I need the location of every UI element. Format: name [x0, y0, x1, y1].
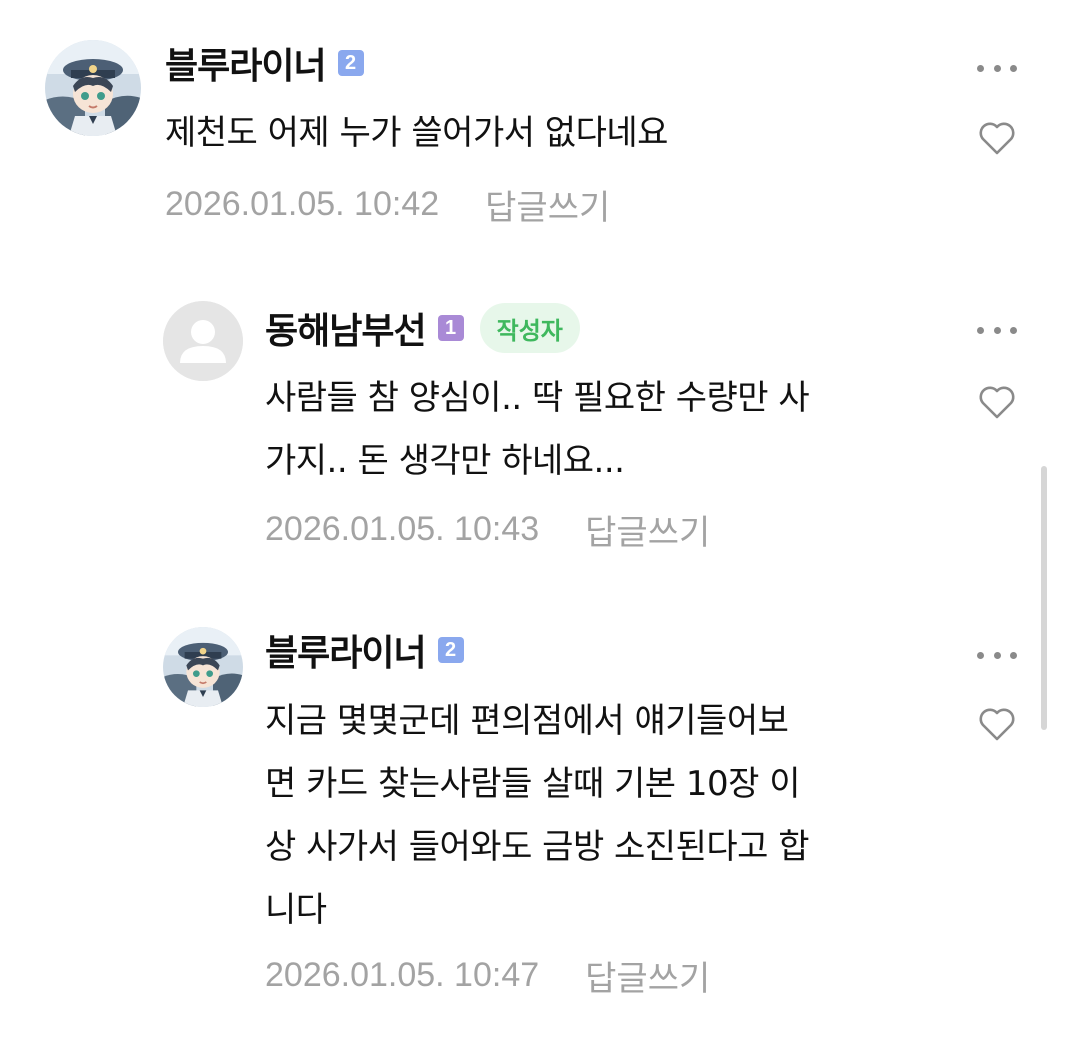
- default-user-avatar-icon: [163, 301, 243, 381]
- comment-date: 2026.01.05. 10:43: [265, 509, 540, 548]
- comment-meta: 2026.01.05. 10:42 답글쓰기: [165, 180, 610, 229]
- more-options-button[interactable]: [977, 58, 1017, 78]
- nickname-row: 블루라이너 2: [165, 37, 364, 89]
- scrollbar[interactable]: [1041, 466, 1047, 730]
- heart-outline-icon[interactable]: [977, 120, 1017, 156]
- nickname-row: 동해남부선 1 작성자: [265, 303, 580, 353]
- more-dots-icon: [977, 64, 984, 72]
- avatar[interactable]: [45, 40, 141, 136]
- reply-button[interactable]: 답글쓰기: [485, 180, 610, 229]
- nickname-row: 블루라이너 2: [265, 624, 464, 676]
- heart-outline-icon[interactable]: [977, 706, 1017, 742]
- level-badge: 2: [437, 637, 464, 663]
- reply-button[interactable]: 답글쓰기: [585, 951, 710, 1000]
- level-badge: 2: [337, 50, 364, 76]
- comment-date: 2026.01.05. 10:47: [265, 955, 540, 994]
- comment-text: 지금 몇몇군데 편의점에서 얘기들어보 면 카드 찾는사람들 살때 기본 10장…: [265, 701, 810, 930]
- nickname[interactable]: 동해남부선: [265, 302, 427, 354]
- comment-text: 사람들 참 양심이.. 딱 필요한 수량만 사 가지.. 돈 생각만 하네요..…: [265, 378, 810, 481]
- avatar[interactable]: [163, 627, 243, 707]
- author-badge: 작성자: [479, 303, 580, 353]
- nickname[interactable]: 블루라이너: [265, 624, 427, 676]
- comment-date: 2026.01.05. 10:42: [165, 184, 440, 223]
- more-dots-icon: [977, 326, 984, 334]
- reply-button[interactable]: 답글쓰기: [585, 505, 710, 554]
- anime-avatar-icon: [45, 40, 141, 136]
- more-options-button[interactable]: [977, 645, 1017, 665]
- comment-meta: 2026.01.05. 10:47 답글쓰기: [265, 951, 710, 1000]
- nickname[interactable]: 블루라이너: [165, 37, 327, 89]
- level-badge: 1: [437, 315, 464, 341]
- anime-avatar-icon: [163, 627, 243, 707]
- avatar[interactable]: [163, 301, 243, 381]
- comment-text: 제천도 어제 누가 쓸어가서 없다네요: [165, 113, 668, 153]
- more-dots-icon: [977, 651, 984, 659]
- comment-meta: 2026.01.05. 10:43 답글쓰기: [265, 505, 710, 554]
- heart-outline-icon[interactable]: [977, 384, 1017, 420]
- more-options-button[interactable]: [977, 320, 1017, 340]
